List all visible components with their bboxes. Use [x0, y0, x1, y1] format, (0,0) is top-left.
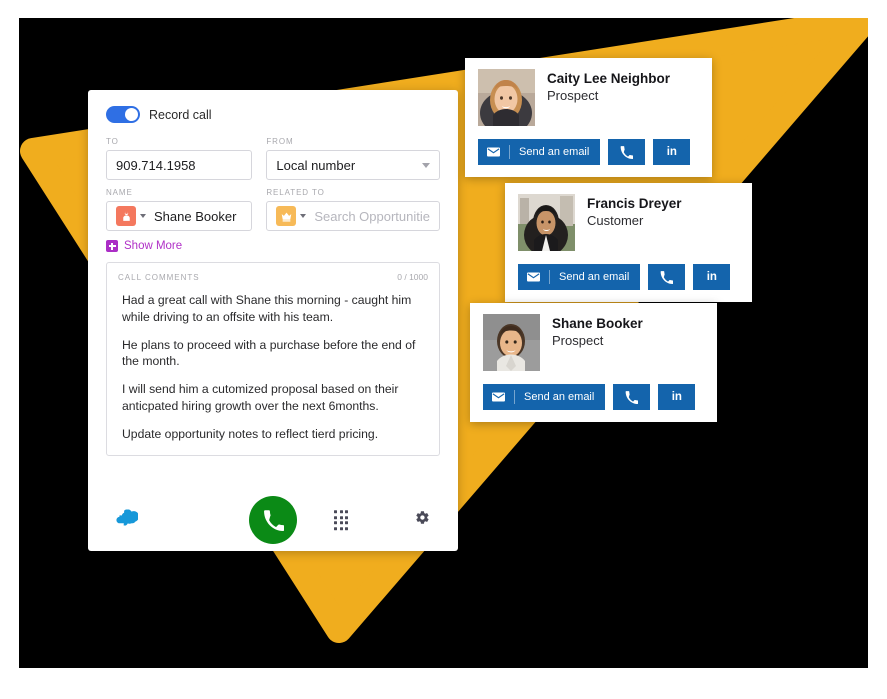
- to-input[interactable]: 909.714.1958: [106, 150, 253, 180]
- send-email-button[interactable]: Send an email: [483, 384, 606, 410]
- linkedin-button[interactable]: in: [658, 384, 696, 410]
- envelope-icon: [527, 272, 540, 282]
- related-to-label: RELATED TO: [266, 188, 325, 197]
- contact-name: Caity Lee Neighbor: [547, 71, 671, 86]
- avatar: [478, 69, 535, 126]
- opportunity-icon: [276, 206, 297, 226]
- send-email-button[interactable]: Send an email: [478, 139, 601, 165]
- call-contact-button[interactable]: [608, 139, 646, 165]
- name-label: NAME: [106, 188, 133, 197]
- contact-card-header: Shane Booker Prospect: [483, 314, 704, 371]
- contact-card: Shane Booker Prospect Send an email in: [470, 303, 717, 422]
- record-call-row: Record call: [106, 106, 440, 123]
- screenshot-stage: Record call TO 909.714.1958 FROM Local n…: [0, 0, 887, 699]
- contact-card-header: Caity Lee Neighbor Prospect: [478, 69, 699, 126]
- dialer-fields: TO 909.714.1958 FROM Local number NAME S…: [106, 137, 440, 239]
- comment-paragraph: Had a great call with Shane this morning…: [122, 293, 412, 324]
- phone-icon: [263, 509, 284, 531]
- related-to-placeholder: Search Opportunitie: [314, 208, 430, 224]
- dialpad-icon[interactable]: [334, 510, 348, 530]
- contact-name: Shane Booker: [552, 316, 643, 331]
- related-to-input[interactable]: Search Opportunitie: [266, 201, 440, 231]
- call-contact-button[interactable]: [648, 264, 686, 290]
- contact-card-actions: Send an email in: [483, 384, 704, 410]
- show-more-label: Show More: [124, 240, 183, 252]
- phone-icon: [625, 390, 639, 404]
- record-call-label: Record call: [149, 107, 212, 122]
- toggle-knob: [125, 108, 138, 121]
- contact-role: Prospect: [547, 87, 599, 103]
- dialer-action-bar: [106, 489, 440, 551]
- phone-icon: [620, 145, 634, 159]
- phone-icon: [660, 270, 674, 284]
- linkedin-button[interactable]: in: [693, 264, 731, 290]
- avatar: [518, 194, 575, 251]
- field-related-to: RELATED TO Search Opportunitie: [266, 188, 440, 231]
- show-more-link[interactable]: Show More: [106, 240, 440, 252]
- from-label: FROM: [266, 137, 294, 146]
- to-label: TO: [106, 137, 119, 146]
- contact-card: Francis Dreyer Customer Send an email in: [505, 183, 752, 302]
- contact-card-identity: Caity Lee Neighbor Prospect: [547, 69, 670, 105]
- to-value: 909.714.1958: [116, 157, 196, 173]
- send-email-label: Send an email: [559, 271, 630, 283]
- contact-card-identity: Shane Booker Prospect: [552, 314, 643, 350]
- comment-paragraph: Update opportunity notes to reflect tier…: [122, 426, 379, 441]
- call-comments-box[interactable]: CALL COMMENTS 0 / 1000 Had a great call …: [106, 262, 440, 456]
- dialer-panel: Record call TO 909.714.1958 FROM Local n…: [88, 90, 458, 551]
- record-call-toggle[interactable]: [106, 106, 140, 123]
- envelope-icon: [492, 392, 505, 402]
- from-select[interactable]: Local number: [266, 150, 440, 180]
- call-comments-title: CALL COMMENTS: [118, 273, 200, 282]
- contact-card-header: Francis Dreyer Customer: [518, 194, 739, 251]
- linkedin-icon: in: [671, 391, 682, 403]
- call-comments-counter: 0 / 1000: [397, 272, 428, 282]
- name-input[interactable]: Shane Booker: [106, 201, 253, 231]
- name-lookup-chevron-icon: [140, 214, 146, 218]
- chevron-down-icon: [422, 162, 430, 168]
- call-button[interactable]: [249, 496, 297, 544]
- linkedin-icon: in: [706, 271, 717, 283]
- button-divider: [514, 390, 515, 404]
- related-to-lookup-chevron-icon: [300, 214, 307, 218]
- contact-card-actions: Send an email in: [518, 264, 739, 290]
- avatar: [483, 314, 540, 371]
- field-to: TO 909.714.1958: [106, 137, 253, 180]
- comment-paragraph: He plans to proceed with a purchase befo…: [122, 337, 416, 369]
- call-contact-button[interactable]: [613, 384, 651, 410]
- field-from: FROM Local number: [266, 137, 440, 180]
- send-email-label: Send an email: [524, 391, 595, 403]
- field-name: NAME Shane Booker: [106, 188, 253, 231]
- contact-name: Francis Dreyer: [587, 196, 682, 211]
- name-lookup-toggle[interactable]: [116, 206, 146, 226]
- contact-card-identity: Francis Dreyer Customer: [587, 194, 682, 230]
- gear-icon[interactable]: [415, 510, 430, 530]
- plus-square-icon: [106, 240, 118, 252]
- lead-icon: [116, 206, 136, 226]
- send-email-label: Send an email: [519, 146, 590, 158]
- contact-role: Customer: [587, 212, 644, 228]
- envelope-icon: [487, 147, 500, 157]
- related-to-lookup-toggle[interactable]: [276, 206, 307, 226]
- button-divider: [509, 145, 510, 159]
- name-value: Shane Booker: [154, 208, 237, 224]
- call-comments-header: CALL COMMENTS 0 / 1000: [118, 272, 428, 282]
- send-email-button[interactable]: Send an email: [518, 264, 641, 290]
- button-divider: [549, 270, 550, 284]
- call-comments-body: Had a great call with Shane this morning…: [118, 292, 428, 443]
- contact-role: Prospect: [552, 332, 604, 348]
- from-value: Local number: [276, 157, 356, 173]
- comment-paragraph: I will send him a cutomized proposal bas…: [122, 382, 399, 414]
- contact-card-actions: Send an email in: [478, 139, 699, 165]
- contact-card: Caity Lee Neighbor Prospect Send an emai…: [465, 58, 712, 177]
- salesforce-cloud-icon[interactable]: [116, 509, 139, 531]
- linkedin-button[interactable]: in: [653, 139, 691, 165]
- linkedin-icon: in: [666, 146, 677, 158]
